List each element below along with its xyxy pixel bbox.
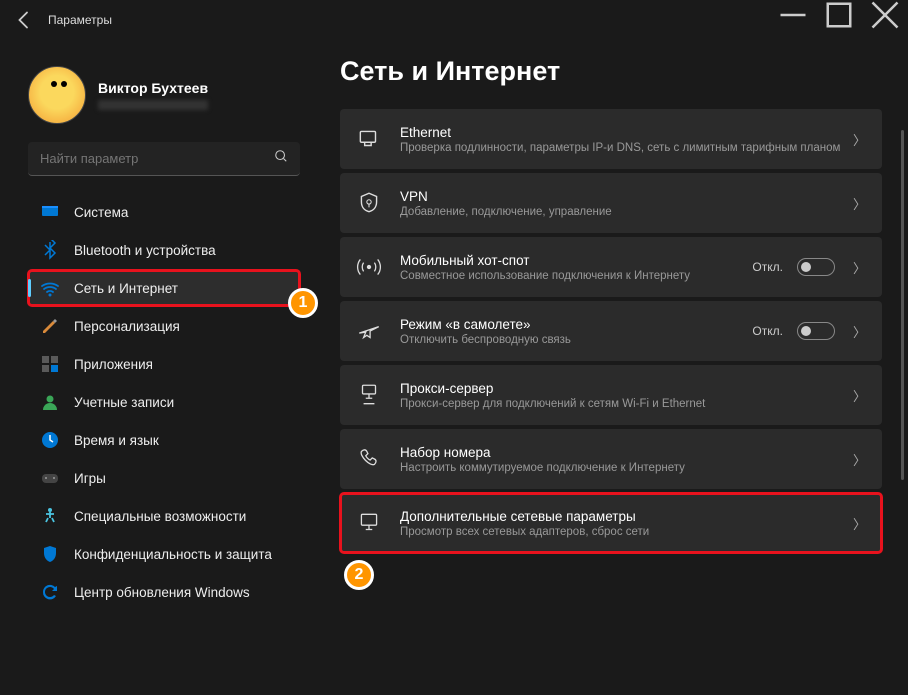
accounts-icon — [40, 392, 60, 412]
sidebar-item-system[interactable]: Система — [28, 194, 300, 230]
card-title: Дополнительные сетевые параметры — [400, 509, 853, 524]
nav-list: Система Bluetooth и устройства Сеть и Инте… — [28, 194, 300, 610]
close-button[interactable] — [862, 0, 908, 30]
card-subtitle: Совместное использование подключения к И… — [400, 270, 752, 282]
search-input[interactable] — [40, 151, 274, 166]
app-title: Параметры — [48, 13, 112, 27]
sidebar-item-gaming[interactable]: Игры — [28, 460, 300, 496]
sidebar-item-label: Bluetooth и устройства — [74, 243, 216, 258]
system-icon — [40, 202, 60, 222]
avatar — [28, 66, 86, 124]
card-hotspot[interactable]: Мобильный хот-спот Совместное использован… — [340, 237, 882, 297]
profile-email — [98, 100, 208, 110]
search-icon — [274, 149, 288, 168]
gaming-icon — [40, 468, 60, 488]
apps-icon — [40, 354, 60, 374]
sidebar-item-label: Игры — [74, 471, 106, 486]
arrow-left-icon — [12, 8, 36, 32]
sidebar: Виктор Бухтеев Система Bluetooth и устрой… — [0, 40, 310, 695]
sidebar-item-time[interactable]: Время и язык — [28, 422, 300, 458]
annotation-badge-2: 2 — [344, 560, 374, 590]
back-button[interactable] — [12, 8, 36, 32]
card-title: Набор номера — [400, 445, 853, 460]
card-ethernet[interactable]: Ethernet Проверка подлинности, параметры … — [340, 109, 882, 169]
sidebar-item-label: Время и язык — [74, 433, 159, 448]
update-icon — [40, 582, 60, 602]
sidebar-item-bluetooth[interactable]: Bluetooth и устройства — [28, 232, 300, 268]
card-subtitle: Отключить беспроводную связь — [400, 334, 752, 346]
vpn-icon — [356, 190, 382, 216]
page-title: Сеть и Интернет — [340, 56, 882, 87]
chevron-right-icon: 〉 — [853, 258, 866, 277]
personalization-icon — [40, 316, 60, 336]
minimize-button[interactable] — [770, 0, 816, 30]
chevron-right-icon: 〉 — [853, 450, 866, 469]
sidebar-item-label: Учетные записи — [74, 395, 174, 410]
time-icon — [40, 430, 60, 450]
card-airplane[interactable]: Режим «в самолете» Отключить беспроводную… — [340, 301, 882, 361]
chevron-right-icon: 〉 — [853, 386, 866, 405]
card-title: Ethernet — [400, 125, 853, 140]
card-dialup[interactable]: Набор номера Настроить коммутируемое подк… — [340, 429, 882, 489]
toggle-hotspot[interactable] — [797, 258, 835, 276]
card-subtitle: Просмотр всех сетевых адаптеров, сброс с… — [400, 526, 853, 538]
scrollbar[interactable] — [901, 130, 904, 480]
card-proxy[interactable]: Прокси-сервер Прокси-сервер для подключен… — [340, 365, 882, 425]
card-status: Откл. — [752, 260, 783, 274]
sidebar-item-accounts[interactable]: Учетные записи — [28, 384, 300, 420]
card-advanced[interactable]: Дополнительные сетевые параметры Просмотр… — [340, 493, 882, 553]
chevron-right-icon: 〉 — [853, 194, 866, 213]
toggle-airplane[interactable] — [797, 322, 835, 340]
bluetooth-icon — [40, 240, 60, 260]
card-subtitle: Проверка подлинности, параметры IP-и DNS… — [400, 142, 853, 154]
sidebar-item-label: Приложения — [74, 357, 153, 372]
sidebar-item-network[interactable]: Сеть и Интернет — [28, 270, 300, 306]
window-controls — [770, 0, 908, 30]
proxy-icon — [356, 382, 382, 408]
card-title: Мобильный хот-спот — [400, 253, 752, 268]
search-box[interactable] — [28, 142, 300, 176]
main-panel: Сеть и Интернет Ethernet Проверка подлинн… — [310, 40, 908, 695]
maximize-button[interactable] — [816, 0, 862, 30]
network-icon — [40, 278, 60, 298]
card-subtitle: Настроить коммутируемое подключение к Ин… — [400, 462, 853, 474]
airplane-icon — [356, 318, 382, 344]
card-subtitle: Добавление, подключение, управление — [400, 206, 853, 218]
chevron-right-icon: 〉 — [853, 130, 866, 149]
sidebar-item-apps[interactable]: Приложения — [28, 346, 300, 382]
sidebar-item-label: Сеть и Интернет — [74, 281, 178, 296]
sidebar-item-label: Специальные возможности — [74, 509, 246, 524]
profile-name: Виктор Бухтеев — [98, 80, 208, 96]
chevron-right-icon: 〉 — [853, 322, 866, 341]
card-subtitle: Прокси-сервер для подключений к сетям Wi… — [400, 398, 853, 410]
card-title: VPN — [400, 189, 853, 204]
advanced-icon — [356, 510, 382, 536]
profile[interactable]: Виктор Бухтеев — [28, 66, 300, 124]
sidebar-item-personalization[interactable]: Персонализация — [28, 308, 300, 344]
sidebar-item-privacy[interactable]: Конфиденциальность и защита — [28, 536, 300, 572]
sidebar-item-label: Конфиденциальность и защита — [74, 547, 272, 562]
sidebar-item-label: Система — [74, 205, 128, 220]
card-title: Прокси-сервер — [400, 381, 853, 396]
accessibility-icon — [40, 506, 60, 526]
dialup-icon — [356, 446, 382, 472]
annotation-badge-1: 1 — [288, 288, 318, 318]
hotspot-icon — [356, 254, 382, 280]
card-title: Режим «в самолете» — [400, 317, 752, 332]
chevron-right-icon: 〉 — [853, 514, 866, 533]
sidebar-item-label: Центр обновления Windows — [74, 585, 250, 600]
privacy-icon — [40, 544, 60, 564]
sidebar-item-accessibility[interactable]: Специальные возможности — [28, 498, 300, 534]
titlebar: Параметры — [0, 0, 908, 40]
card-status: Откл. — [752, 324, 783, 338]
card-vpn[interactable]: VPN Добавление, подключение, управление〉 — [340, 173, 882, 233]
settings-cards: Ethernet Проверка подлинности, параметры … — [340, 109, 882, 553]
ethernet-icon — [356, 126, 382, 152]
sidebar-item-update[interactable]: Центр обновления Windows — [28, 574, 300, 610]
sidebar-item-label: Персонализация — [74, 319, 180, 334]
